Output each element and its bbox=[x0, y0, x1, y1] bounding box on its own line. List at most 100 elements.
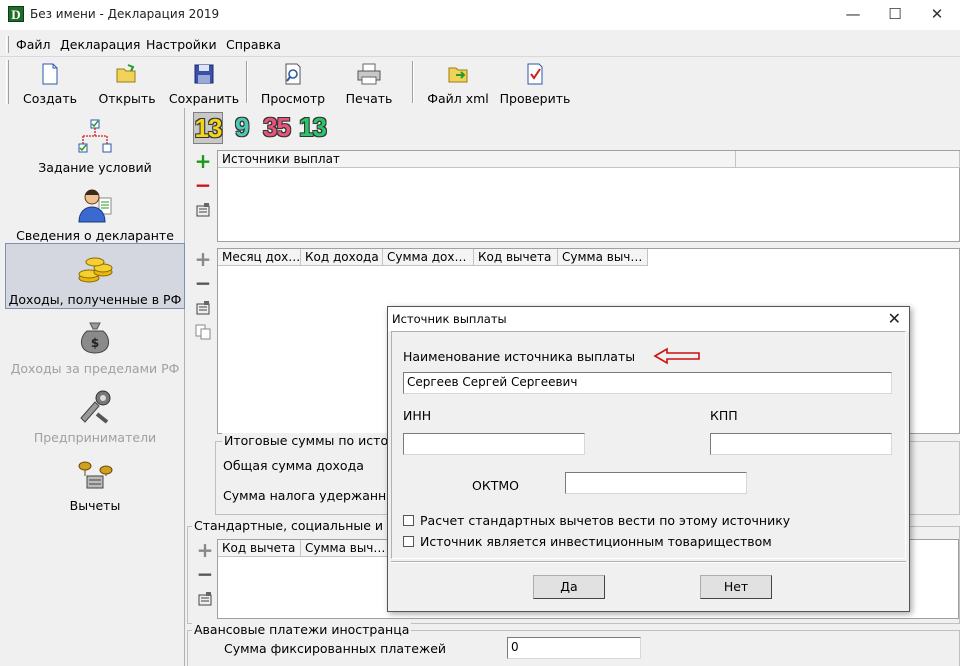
maximize-button[interactable]: ☐ bbox=[872, 0, 918, 30]
dialog-divider bbox=[391, 561, 906, 563]
kpp-field[interactable] bbox=[710, 433, 892, 455]
preview-label: Просмотр bbox=[260, 91, 326, 106]
empty-column-header bbox=[736, 151, 960, 168]
properties-icon[interactable] bbox=[194, 202, 212, 220]
menu-declaration[interactable]: Декларация bbox=[60, 37, 140, 52]
cancel-button[interactable]: Нет bbox=[700, 575, 772, 599]
printer-icon bbox=[357, 63, 381, 85]
income-column-header[interactable]: Сумма дох… bbox=[383, 249, 474, 266]
advance-payments-title: Авансовые платежи иностранца bbox=[192, 622, 412, 637]
fixed-payments-field[interactable]: 0 bbox=[507, 637, 641, 659]
save-button[interactable]: Сохранить bbox=[168, 61, 240, 107]
menu-file[interactable]: Файл bbox=[16, 37, 51, 52]
income-column-header[interactable]: Код дохода bbox=[301, 249, 383, 266]
sidebar-item-entrepreneurs[interactable]: Предприниматели bbox=[5, 382, 185, 448]
sidebar-item-income-abroad[interactable]: $ Доходы за пределами РФ bbox=[5, 313, 185, 379]
sources-column-header[interactable]: Источники выплат bbox=[218, 151, 736, 168]
income-column-header[interactable]: Код вычета bbox=[474, 249, 558, 266]
investment-partnership-checkbox[interactable] bbox=[403, 536, 414, 547]
deductions-title: Стандартные, социальные и им bbox=[192, 518, 407, 533]
sidebar-item-label: Доходы за пределами РФ bbox=[10, 361, 180, 376]
floppy-disk-icon bbox=[194, 64, 214, 84]
source-name-label: Наименование источника выплаты bbox=[403, 349, 636, 364]
print-button[interactable]: Печать bbox=[340, 61, 398, 107]
remove-icon[interactable]: − bbox=[196, 564, 214, 584]
oktmo-field[interactable] bbox=[565, 472, 747, 494]
check-button[interactable]: Проверить bbox=[498, 61, 572, 107]
sidebar-item-declarant[interactable]: Сведения о декларанте bbox=[5, 180, 185, 246]
minimize-button[interactable]: — bbox=[830, 0, 876, 30]
add-icon[interactable]: + bbox=[194, 151, 212, 171]
ok-button[interactable]: Да bbox=[533, 575, 605, 599]
sidebar-item-conditions[interactable]: Задание условий bbox=[5, 112, 185, 178]
open-label: Открыть bbox=[98, 91, 156, 106]
app-logo-icon: D bbox=[8, 6, 24, 22]
investment-partnership-checkbox-row[interactable]: Источник является инвестиционным товарищ… bbox=[403, 534, 772, 549]
add-icon[interactable]: + bbox=[194, 249, 212, 269]
menu-bar: Файл Декларация Настройки Справка bbox=[0, 33, 960, 55]
remove-icon[interactable]: − bbox=[194, 273, 212, 293]
sources-table[interactable]: Источники выплат bbox=[217, 150, 960, 242]
standard-deductions-label: Расчет стандартных вычетов вести по этом… bbox=[420, 513, 791, 528]
coins-icon bbox=[78, 257, 113, 283]
totals-title: Итоговые суммы по источ bbox=[222, 433, 398, 448]
scales-icon bbox=[78, 461, 113, 489]
xml-file-button[interactable]: Файл xml bbox=[424, 61, 492, 107]
menu-grip bbox=[6, 36, 9, 53]
svg-text:$: $ bbox=[91, 336, 99, 350]
create-button[interactable]: Создать bbox=[18, 61, 82, 107]
tax-withheld-label: Сумма налога удержанна bbox=[223, 488, 394, 503]
copy-icon[interactable] bbox=[194, 324, 212, 342]
menu-settings[interactable]: Настройки bbox=[146, 37, 217, 52]
tab-rate-13[interactable]: 13 bbox=[193, 112, 223, 144]
add-icon[interactable]: + bbox=[196, 540, 214, 560]
menu-help[interactable]: Справка bbox=[226, 37, 281, 52]
properties-icon[interactable] bbox=[194, 300, 212, 318]
deduction-column-header[interactable]: Код вычета bbox=[218, 540, 301, 557]
standard-deductions-checkbox[interactable] bbox=[403, 515, 414, 526]
toolbar-separator bbox=[412, 61, 414, 103]
deductions-toolbar: + − bbox=[190, 539, 218, 619]
total-income-label: Общая сумма дохода bbox=[223, 458, 364, 473]
income-column-header[interactable]: Месяц дох… bbox=[218, 249, 301, 266]
sidebar: Задание условий Сведения о декларанте До… bbox=[5, 108, 185, 666]
standard-deductions-checkbox-row[interactable]: Расчет стандартных вычетов вести по этом… bbox=[403, 513, 790, 528]
dialog-body: Наименование источника выплаты Сергеев С… bbox=[391, 331, 906, 559]
tab-rate-13-alt[interactable]: 13 bbox=[299, 112, 327, 143]
fixed-payments-label: Сумма фиксированных платежей bbox=[224, 641, 447, 656]
oktmo-label: ОКТМО bbox=[472, 478, 519, 493]
tools-icon bbox=[80, 390, 111, 424]
sidebar-item-income-rf[interactable]: Доходы, полученные в РФ bbox=[5, 243, 185, 309]
tab-rate-9[interactable]: 9 bbox=[235, 112, 250, 143]
toolbar-separator bbox=[246, 61, 248, 103]
preview-button[interactable]: Просмотр bbox=[256, 61, 330, 107]
inn-field[interactable] bbox=[403, 433, 585, 455]
xml-file-label: Файл xml bbox=[427, 91, 489, 106]
advance-payments-group: Авансовые платежи иностранца Сумма фикси… bbox=[187, 622, 960, 666]
source-name-field[interactable]: Сергеев Сергей Сергеевич bbox=[403, 372, 892, 394]
sidebar-item-label: Предприниматели bbox=[33, 430, 157, 445]
properties-icon[interactable] bbox=[196, 591, 214, 609]
remove-icon[interactable]: − bbox=[194, 175, 212, 195]
tree-checklist-icon bbox=[78, 119, 112, 153]
dialog-title: Источник выплаты bbox=[392, 312, 507, 326]
money-bag-icon: $ bbox=[81, 322, 109, 354]
toolbar: Создать Открыть Сохранить Просмотр Печат… bbox=[0, 56, 960, 106]
investment-partnership-label: Источник является инвестиционным товарищ… bbox=[420, 534, 772, 549]
red-arrow-icon bbox=[653, 347, 700, 365]
dialog-close-icon[interactable]: ✕ bbox=[888, 309, 901, 328]
sidebar-item-label: Доходы, полученные в РФ bbox=[8, 292, 182, 307]
income-column-header[interactable]: Сумма выч… bbox=[558, 249, 648, 266]
title-bar: D Без имени - Декларация 2019 — ☐ ✕ bbox=[0, 0, 960, 30]
dialog-title-bar: Источник выплаты ✕ bbox=[388, 307, 909, 331]
xml-export-icon bbox=[448, 67, 468, 83]
preview-icon bbox=[285, 63, 301, 85]
deduction-column-header[interactable]: Сумма выч… bbox=[301, 540, 391, 557]
close-button[interactable]: ✕ bbox=[914, 0, 960, 30]
sidebar-item-label: Вычеты bbox=[69, 498, 121, 513]
sidebar-item-deductions[interactable]: Вычеты bbox=[5, 450, 185, 516]
open-button[interactable]: Открыть bbox=[94, 61, 160, 107]
tab-rate-35[interactable]: 35 bbox=[263, 112, 291, 143]
sources-toolbar: + − bbox=[188, 150, 216, 240]
save-label: Сохранить bbox=[168, 91, 240, 106]
